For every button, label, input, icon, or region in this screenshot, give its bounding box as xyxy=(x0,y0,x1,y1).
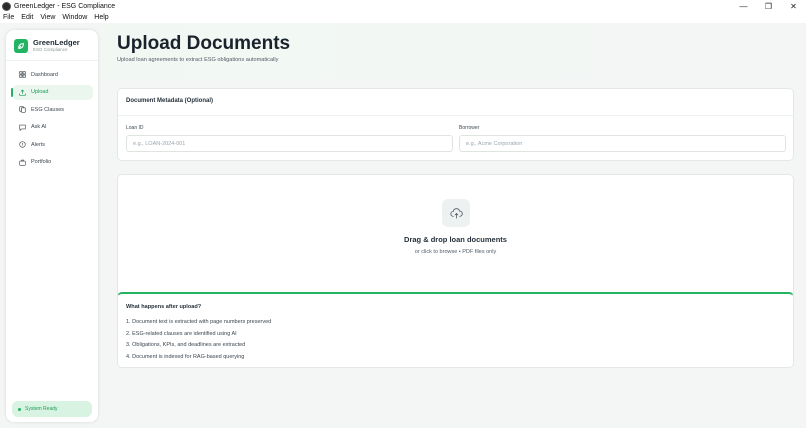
dropzone-subtitle: or click to browse • PDF files only xyxy=(414,249,497,255)
list-item: 3. Obligations, KPIs, and deadlines are … xyxy=(126,342,246,349)
sidebar-item-label: Portfolio xyxy=(31,159,52,165)
chat-icon xyxy=(19,124,26,131)
close-button[interactable]: ✕ xyxy=(781,0,806,12)
file-dropzone[interactable]: Drag & drop loan documents or click to b… xyxy=(117,174,794,300)
sidebar-item-alerts[interactable]: Alerts xyxy=(12,137,93,152)
borrower-label: Borrower xyxy=(459,125,480,131)
info-card: What happens after upload? 1. Document t… xyxy=(117,292,794,368)
sidebar-nav: Dashboard Upload ESG Clauses Ask AI Aler… xyxy=(6,67,98,170)
alert-icon xyxy=(19,141,26,148)
page-subtitle: Upload loan agreements to extract ESG ob… xyxy=(117,57,279,63)
brand-name: GreenLedger xyxy=(33,38,80,47)
borrower-input[interactable] xyxy=(459,135,786,152)
window-controls: — ❐ ✕ xyxy=(731,0,806,12)
sidebar-item-label: Alerts xyxy=(31,141,46,148)
sidebar-item-dashboard[interactable]: Dashboard xyxy=(12,67,93,82)
main-content: Upload Documents Upload loan agreements … xyxy=(104,23,806,428)
status-dot-icon xyxy=(18,407,21,411)
status-text: System Ready xyxy=(25,406,58,412)
info-title: What happens after upload? xyxy=(126,304,202,310)
cloud-upload-icon xyxy=(442,199,470,227)
sidebar-item-esg-clauses[interactable]: ESG Clauses xyxy=(12,102,93,117)
sidebar-item-upload[interactable]: Upload xyxy=(11,84,93,100)
menu-file[interactable]: File xyxy=(3,14,14,21)
menu-bar: File Edit View Window Help xyxy=(0,12,806,23)
metadata-title: Document Metadata (Optional) xyxy=(126,98,214,104)
list-item: 1. Document text is extracted with page … xyxy=(126,319,272,325)
dropzone-title: Drag & drop loan documents xyxy=(404,235,507,244)
sidebar-item-label: Dashboard xyxy=(31,71,58,78)
restore-button[interactable]: ❐ xyxy=(756,0,781,12)
sidebar-item-label: Ask AI xyxy=(31,124,47,130)
sidebar-item-portfolio[interactable]: Portfolio xyxy=(12,155,93,170)
sidebar-item-ask-ai[interactable]: Ask AI xyxy=(12,120,93,135)
window-title: GreenLedger - ESG Compliance xyxy=(14,2,116,10)
upload-icon xyxy=(19,89,26,96)
dashboard-icon xyxy=(19,71,26,78)
system-status-badge: System Ready xyxy=(12,401,92,417)
page-title: Upload Documents xyxy=(117,33,291,54)
sidebar: GreenLedger ESG Compliance Dashboard Upl… xyxy=(6,30,98,422)
sidebar-divider xyxy=(6,60,98,61)
loan-id-label: Loan ID xyxy=(126,125,144,131)
menu-help[interactable]: Help xyxy=(94,14,108,21)
loan-id-input[interactable] xyxy=(126,135,453,152)
leaf-logo-icon xyxy=(14,38,28,53)
page-header: Upload Documents Upload loan agreements … xyxy=(104,23,806,79)
info-steps-list: 1. Document text is extracted with page … xyxy=(126,317,271,364)
list-item: 2. ESG-related clauses are identified us… xyxy=(126,330,237,337)
menu-window[interactable]: Window xyxy=(62,14,87,21)
card-divider xyxy=(118,115,793,116)
menu-view[interactable]: View xyxy=(40,14,55,21)
sidebar-item-label: Upload xyxy=(31,89,49,95)
menu-edit[interactable]: Edit xyxy=(21,14,33,21)
brand: GreenLedger ESG Compliance xyxy=(6,30,98,53)
minimize-button[interactable]: — xyxy=(731,0,756,12)
list-item: 4. Document is indexed for RAG-based que… xyxy=(126,354,245,361)
clauses-icon xyxy=(19,106,26,113)
metadata-card: Document Metadata (Optional) Loan ID Bor… xyxy=(117,88,794,161)
sidebar-item-label: ESG Clauses xyxy=(31,106,65,113)
title-bar: GreenLedger - ESG Compliance — ❐ ✕ xyxy=(0,0,806,12)
app-icon xyxy=(2,1,11,11)
brand-subtitle: ESG Compliance xyxy=(33,47,68,52)
briefcase-icon xyxy=(19,159,26,166)
